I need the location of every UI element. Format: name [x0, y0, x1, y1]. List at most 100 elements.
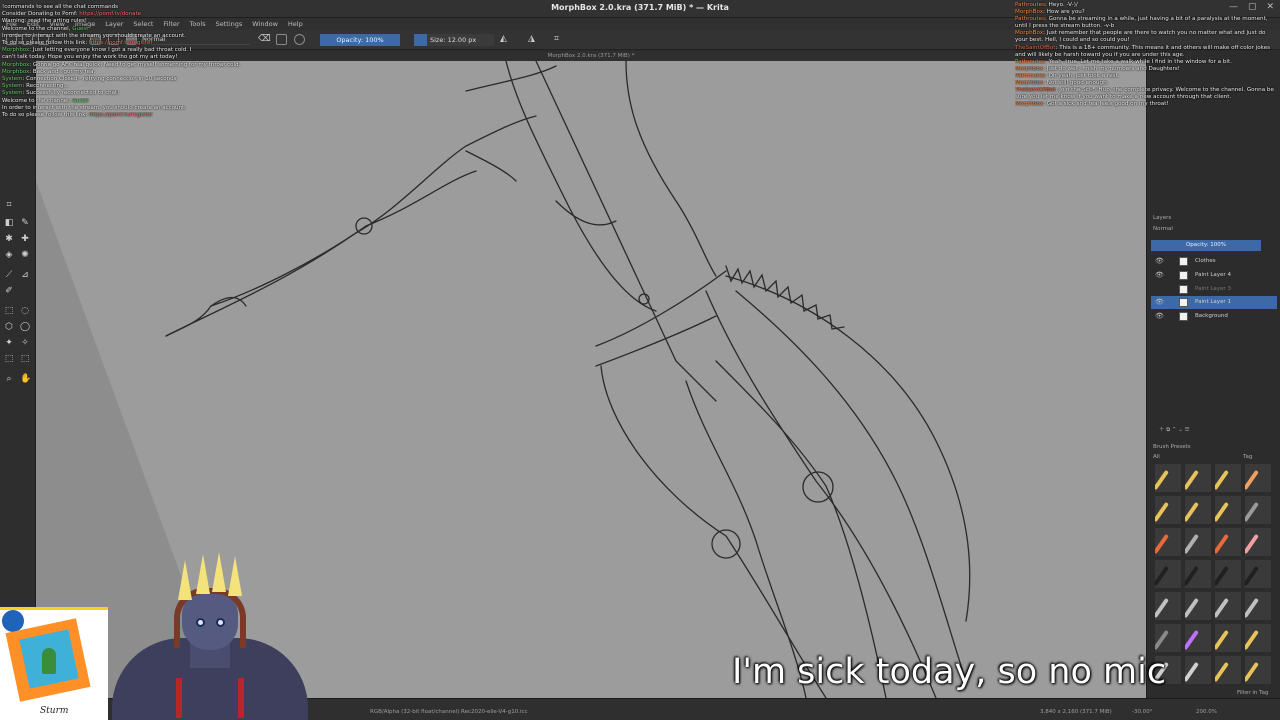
- brush-preset-tile[interactable]: [1185, 560, 1211, 588]
- chat-username: MorphBox: [1015, 9, 1044, 16]
- tail-lower-line: [735, 290, 967, 682]
- rect-select-icon[interactable]: ⬚: [4, 306, 14, 316]
- fill-icon[interactable]: ◧: [4, 218, 14, 228]
- chat-text: Connection Closed - retrying connection …: [26, 76, 177, 83]
- reload-preset-icon[interactable]: [294, 34, 305, 45]
- brush-preset-tile[interactable]: [1215, 656, 1241, 684]
- eyedropper-icon[interactable]: ✎: [20, 218, 30, 228]
- chat-username: Pathroutes: [1015, 2, 1045, 8]
- chat-message: MorphBox: Got a sick and tea feels good …: [1015, 101, 1278, 108]
- chat-text: Just remember that people are there to w…: [1015, 30, 1266, 44]
- freehand-select-icon[interactable]: ◯: [20, 322, 30, 332]
- chat-text: Gonna go AFK real quick. Need to get mys…: [32, 61, 241, 68]
- measure-icon[interactable]: ⟋: [4, 270, 14, 280]
- pen-icon[interactable]: ✐: [4, 286, 14, 296]
- brush-preset-tile[interactable]: [1185, 528, 1211, 556]
- brush-preset-tile[interactable]: [1155, 496, 1181, 524]
- chat-text: To do so please follow this link:: [2, 40, 89, 47]
- brush-tag-select[interactable]: Tag: [1243, 454, 1252, 460]
- contiguous-select-icon[interactable]: ✦: [4, 338, 14, 348]
- smart-patch-icon[interactable]: ✱: [4, 234, 14, 244]
- similar-select-icon[interactable]: ✧: [20, 338, 30, 348]
- chat-link[interactable]: https://pomf.tv/donate: [79, 11, 141, 17]
- brush-preset-tile[interactable]: [1245, 560, 1271, 588]
- brush-preset-tile[interactable]: [1245, 656, 1271, 684]
- zoom-icon[interactable]: ⌕: [4, 374, 14, 384]
- brush-preset-tile[interactable]: [1245, 624, 1271, 652]
- brush-preset-tile[interactable]: [1155, 464, 1181, 492]
- multibrush-icon[interactable]: ✺: [20, 250, 30, 260]
- visibility-eye-icon[interactable]: 👁: [1155, 312, 1164, 320]
- brush-preset-tile[interactable]: [1185, 496, 1211, 524]
- opacity-slider[interactable]: Opacity: 100%: [320, 34, 400, 46]
- brush-preset-tile[interactable]: [1155, 624, 1181, 652]
- brush-preset-icon: [1245, 629, 1259, 651]
- layer-row[interactable]: 👁 Clothes: [1151, 255, 1277, 268]
- chat-text: Oh yeah, just took a rest.: [1048, 72, 1120, 79]
- brush-preset-tile[interactable]: [1185, 464, 1211, 492]
- brush-preset-tile[interactable]: [1155, 560, 1181, 588]
- chat-link[interactable]: https://pomf.tv/register: [89, 112, 153, 118]
- assistant-icon[interactable]: ✚: [20, 234, 30, 244]
- chat-message: MorphBox: How are you?: [1015, 9, 1278, 16]
- wrap-around-icon[interactable]: ⌗: [554, 34, 565, 45]
- brush-filter-select[interactable]: All: [1153, 454, 1160, 460]
- brush-preset-tile[interactable]: [1215, 496, 1241, 524]
- brush-preset-tile[interactable]: [1215, 560, 1241, 588]
- avatar-horn: [228, 556, 242, 596]
- brush-preset-icon: [1185, 469, 1199, 491]
- visibility-eye-icon[interactable]: 👁: [1155, 298, 1164, 306]
- brush-preset-tile[interactable]: [1215, 528, 1241, 556]
- brush-preset-icon: [1185, 565, 1199, 587]
- layer-row[interactable]: Paint Layer 3: [1151, 283, 1277, 296]
- visibility-eye-icon[interactable]: 👁: [1155, 257, 1164, 265]
- brush-preset-tile[interactable]: [1185, 592, 1211, 620]
- brush-preset-tile[interactable]: [1155, 528, 1181, 556]
- brush-preset-tile[interactable]: [1155, 592, 1181, 620]
- chat-message: Welcome to the channel, Guest: [2, 26, 282, 33]
- size-slider[interactable]: Size: 12.00 px: [414, 34, 494, 46]
- chat-username: Guest: [72, 97, 89, 104]
- mirror-vertical-icon[interactable]: ◮: [528, 34, 539, 45]
- layer-row[interactable]: 👁 Paint Layer 1: [1151, 296, 1277, 309]
- brush-preset-tile[interactable]: [1245, 592, 1271, 620]
- mirror-horizontal-icon[interactable]: ◭: [500, 34, 511, 45]
- chest-line: [465, 150, 517, 182]
- chat-link[interactable]: https://pomf.tv/register: [89, 40, 153, 46]
- filter-in-tag-checkbox[interactable]: Filter in Tag: [1237, 690, 1268, 696]
- magnetic-select-icon[interactable]: ⬚: [20, 354, 30, 364]
- avatar-horn: [196, 554, 210, 594]
- layer-row[interactable]: 👁 Background: [1151, 310, 1277, 323]
- visibility-eye-icon[interactable]: 👁: [1155, 271, 1164, 279]
- brush-preset-tile[interactable]: [1245, 464, 1271, 492]
- layers-blend-mode[interactable]: Normal: [1153, 226, 1173, 232]
- chat-text: Yeah, true. Let me take a walk while I f…: [1048, 58, 1232, 65]
- brush-preset-tile[interactable]: [1215, 464, 1241, 492]
- ellipse-select-icon[interactable]: ◌: [20, 306, 30, 316]
- brush-preset-tile[interactable]: [1185, 624, 1211, 652]
- menu-help[interactable]: Help: [288, 20, 303, 28]
- right-knee-joint: [802, 471, 834, 503]
- brush-preset-tile[interactable]: [1245, 496, 1271, 524]
- canvas-rotation[interactable]: -30.00°: [1132, 709, 1152, 715]
- pan-icon[interactable]: ✋: [20, 374, 31, 384]
- brush-preset-icon: [1215, 597, 1229, 619]
- layer-row[interactable]: 👁 Paint Layer 4: [1151, 269, 1277, 282]
- brush-preset-tile[interactable]: [1215, 592, 1241, 620]
- brush-preset-tile[interactable]: [1245, 528, 1271, 556]
- crop-icon[interactable]: ⌗: [4, 200, 14, 210]
- brush-preset-icon: [1155, 565, 1169, 587]
- zoom-level[interactable]: 200.0%: [1196, 709, 1217, 715]
- brush-preset-tile[interactable]: [1215, 624, 1241, 652]
- chat-text: In order to interact with the stream, yo…: [2, 104, 186, 111]
- layers-opacity-slider[interactable]: Opacity: 100%: [1151, 240, 1261, 251]
- layer-add-icon[interactable]: ＋ ⧉ ⌃ ⌄ ☰: [1159, 425, 1190, 434]
- gradient-icon[interactable]: ◈: [4, 250, 14, 260]
- waist-line: [595, 315, 717, 367]
- brush-preset-tile[interactable]: [1185, 656, 1211, 684]
- bezier-select-icon[interactable]: ⬚: [4, 354, 14, 364]
- reference-icon[interactable]: ⊿: [20, 270, 30, 280]
- polygon-select-icon[interactable]: ⬡: [4, 322, 14, 332]
- chat-message: System: Successfully reconnected to chat…: [2, 90, 282, 97]
- chat-username: System: [2, 76, 23, 83]
